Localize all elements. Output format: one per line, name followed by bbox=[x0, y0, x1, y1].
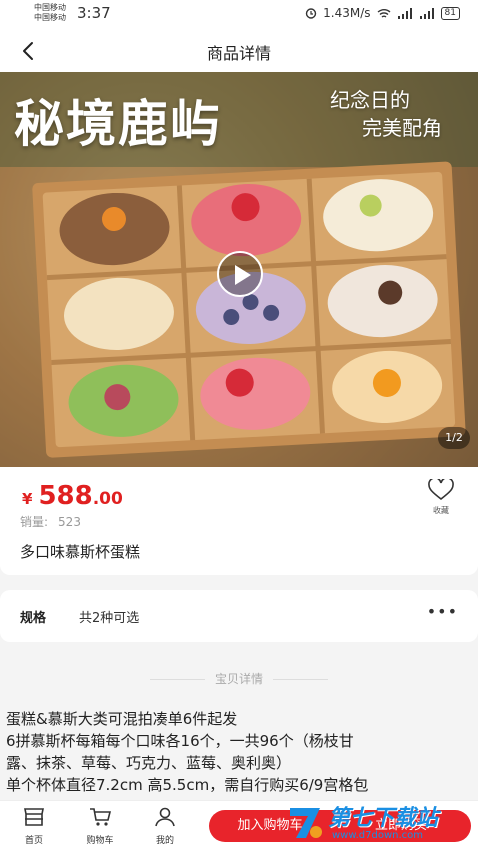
description-line: 蛋糕&慕斯大类可混拍凑单6件起发 bbox=[6, 710, 238, 728]
signal-icon bbox=[397, 7, 412, 19]
favorite-label: 收藏 bbox=[433, 506, 449, 515]
sales-value: 523 bbox=[58, 515, 81, 529]
site-watermark: 第七下载站 www.d7down.com bbox=[286, 800, 476, 848]
detail-heading: 宝贝详情 bbox=[214, 672, 263, 686]
wifi-icon bbox=[377, 8, 391, 18]
tab-cart[interactable]: 购物车 bbox=[78, 807, 122, 846]
status-icons: 1.43M/s 81 bbox=[305, 6, 460, 20]
tab-home[interactable]: 首页 bbox=[12, 807, 56, 846]
carousel-page-indicator: 1/2 bbox=[438, 427, 470, 449]
signal-icon-2 bbox=[419, 7, 434, 19]
watermark-url: www.d7down.com bbox=[332, 830, 424, 841]
status-time: 3:37 bbox=[77, 4, 111, 22]
spec-selector[interactable]: 规格 共2种可选 ••• bbox=[0, 590, 478, 642]
page-title: 商品详情 bbox=[206, 44, 271, 63]
watermark-text: 第七下载站 bbox=[328, 806, 439, 831]
product-description: 蛋糕&慕斯大类可混拍凑单6件起发 6拼慕斯杯每箱每个口味各16个，一共96个（杨… bbox=[6, 708, 474, 796]
user-icon bbox=[155, 807, 175, 827]
product-price: ¥ 588 .00 bbox=[22, 481, 123, 511]
spec-value: 共2种可选 bbox=[79, 611, 140, 626]
carrier-label-1: 中国移动 bbox=[34, 3, 66, 12]
more-icon: ••• bbox=[426, 602, 458, 621]
product-title: 多口味慕斯杯蛋糕 bbox=[20, 543, 141, 561]
battery-icon: 81 bbox=[440, 6, 460, 20]
sales-count: 销量: 523 bbox=[20, 513, 81, 530]
price-integer: 588 bbox=[38, 481, 93, 511]
nav-bar: 商品详情 bbox=[0, 30, 478, 72]
tab-mine-label: 我的 bbox=[155, 836, 174, 846]
play-video-button[interactable] bbox=[217, 251, 263, 297]
description-line: 单个杯体直径7.2cm 高5.5cm，需自行购买6/9宫格包 bbox=[6, 776, 369, 794]
tab-home-label: 首页 bbox=[24, 836, 43, 846]
favorite-button[interactable]: 收藏 bbox=[424, 477, 458, 516]
cart-icon bbox=[90, 808, 112, 826]
store-icon bbox=[24, 808, 44, 826]
status-bar: 中国移动 中国移动 3:37 1.43M/s 81 bbox=[0, 0, 478, 30]
carrier-info: 中国移动 中国移动 bbox=[34, 3, 66, 23]
heart-icon bbox=[428, 477, 454, 501]
hero-title: 秘境鹿屿 bbox=[14, 94, 222, 153]
carrier-label-2: 中国移动 bbox=[34, 13, 66, 22]
watermark-logo-icon bbox=[290, 808, 322, 838]
sales-label: 销量: bbox=[20, 515, 49, 529]
price-currency: ¥ bbox=[22, 490, 33, 508]
tab-cart-label: 购物车 bbox=[86, 836, 114, 846]
play-icon bbox=[235, 265, 251, 285]
divider-right bbox=[273, 679, 328, 680]
network-speed: 1.43M/s bbox=[323, 6, 371, 20]
description-line: 露、抹茶、草莓、巧克力、蓝莓、奥利奥） bbox=[6, 754, 292, 772]
price-card: ¥ 588 .00 收藏 销量: 523 多口味慕斯杯蛋糕 bbox=[0, 467, 478, 575]
description-line: 6拼慕斯杯每箱每个口味各16个，一共96个（杨枝甘 bbox=[6, 732, 354, 750]
product-image-carousel[interactable]: 秘境鹿屿 纪念日的 完美配角 1/2 bbox=[0, 72, 478, 467]
price-decimal: .00 bbox=[92, 489, 123, 509]
tab-mine[interactable]: 我的 bbox=[143, 807, 187, 846]
hero-subtitle-1: 纪念日的 bbox=[330, 88, 410, 112]
spec-label: 规格 bbox=[20, 611, 47, 626]
hero-subtitle-2: 完美配角 bbox=[362, 116, 442, 140]
alarm-icon bbox=[305, 8, 317, 19]
